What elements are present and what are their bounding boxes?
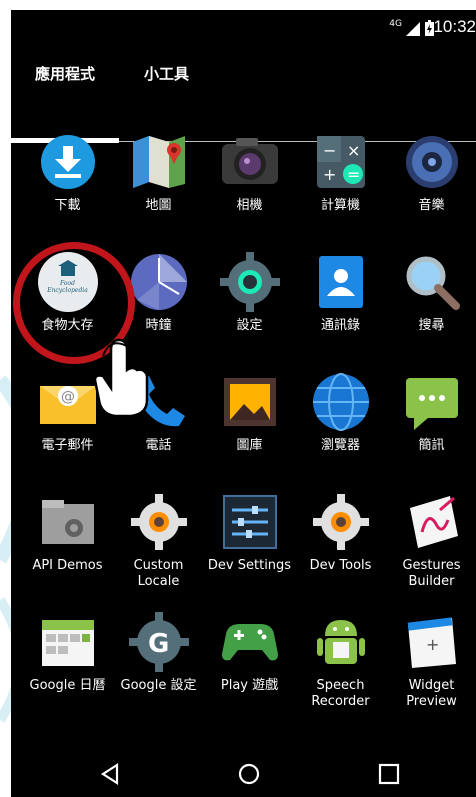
app-label: 相機 — [236, 198, 263, 213]
app-label: Google 日曆 — [29, 678, 106, 693]
app-label: 計算機 — [320, 198, 360, 213]
dev-settings-icon — [218, 490, 282, 554]
app-label: 電話 — [145, 438, 172, 453]
app-label: 地圖 — [145, 198, 172, 213]
browser-icon — [309, 370, 373, 434]
app-label: Gestures Builder — [402, 558, 461, 589]
app-label: 下載 — [54, 198, 81, 213]
app-widget-preview[interactable]: + Widget Preview — [385, 610, 476, 710]
app-label: Widget Preview — [406, 678, 457, 709]
svg-text:+: + — [426, 635, 439, 654]
music-icon — [400, 130, 464, 194]
pointing-hand-icon — [93, 338, 149, 418]
app-api-demos[interactable]: API Demos — [21, 490, 114, 574]
clock-icon — [127, 250, 191, 314]
status-time: 10:32 — [433, 17, 476, 36]
app-label: Speech Recorder — [311, 678, 370, 709]
svg-text:×: × — [347, 141, 360, 160]
app-gestures-builder[interactable]: Gestures Builder — [385, 490, 476, 590]
app-label: Google 設定 — [120, 678, 197, 693]
app-label: 瀏覽器 — [320, 438, 360, 453]
camera-icon — [218, 130, 282, 194]
google-settings-icon: G — [127, 610, 191, 674]
app-maps[interactable]: 地圖 — [112, 130, 205, 214]
status-bar: 4G 10:32 — [11, 10, 476, 48]
app-google-settings[interactable]: G Google 設定 — [112, 610, 205, 694]
app-download[interactable]: 下載 — [21, 130, 114, 214]
svg-text:−: − — [323, 141, 336, 160]
widget-preview-icon: + — [400, 610, 464, 674]
network-type: 4G — [389, 19, 402, 29]
app-label: 設定 — [236, 318, 263, 333]
svg-text:@: @ — [61, 389, 75, 405]
phone-screen: 4G 10:32 應用程式 小工具 下載 地圖 相機 − × + = 計算機 音… — [11, 10, 476, 797]
app-label: 簡訊 — [418, 438, 445, 453]
drawer-tabs: 應用程式 小工具 — [11, 48, 476, 143]
messaging-icon — [400, 370, 464, 434]
svg-text:=: = — [347, 165, 360, 184]
svg-text:G: G — [148, 629, 169, 659]
app-label: API Demos — [32, 558, 103, 573]
app-label: Play 遊戲 — [220, 678, 279, 693]
app-label: 搜尋 — [418, 318, 445, 333]
app-browser[interactable]: 瀏覽器 — [294, 370, 387, 454]
svg-text:+: + — [323, 165, 336, 184]
recents-icon[interactable] — [378, 763, 400, 785]
app-label: 音樂 — [418, 198, 445, 213]
app-dev-settings[interactable]: Dev Settings — [203, 490, 296, 574]
app-label: Dev Tools — [309, 558, 372, 573]
app-label: 電子郵件 — [41, 438, 94, 453]
app-dev-tools[interactable]: Dev Tools — [294, 490, 387, 574]
settings-icon — [218, 250, 282, 314]
api-demos-icon — [36, 490, 100, 554]
app-play-games[interactable]: Play 遊戲 — [203, 610, 296, 694]
dev-tools-icon — [309, 490, 373, 554]
app-search[interactable]: 搜尋 — [385, 250, 476, 334]
app-google-calendar[interactable]: Google 日曆 — [21, 610, 114, 694]
app-label: Custom Locale — [133, 558, 184, 589]
contacts-icon — [309, 250, 373, 314]
app-custom-locale[interactable]: Custom Locale — [112, 490, 205, 590]
app-calculator[interactable]: − × + = 計算機 — [294, 130, 387, 214]
gallery-icon — [218, 370, 282, 434]
app-gallery[interactable]: 圖庫 — [203, 370, 296, 454]
home-icon[interactable] — [238, 763, 260, 785]
maps-icon — [127, 130, 191, 194]
app-speech-recorder[interactable]: Speech Recorder — [294, 610, 387, 710]
nav-bar — [11, 745, 476, 797]
app-contacts[interactable]: 通訊錄 — [294, 250, 387, 334]
gestures-builder-icon — [400, 490, 464, 554]
tab-widgets[interactable]: 小工具 — [144, 63, 189, 84]
download-icon — [36, 130, 100, 194]
custom-locale-icon — [127, 490, 191, 554]
app-messaging[interactable]: 簡訊 — [385, 370, 476, 454]
app-label: Dev Settings — [207, 558, 292, 573]
signal-icon — [406, 22, 420, 36]
app-settings[interactable]: 設定 — [203, 250, 296, 334]
tab-apps[interactable]: 應用程式 — [35, 63, 95, 84]
app-label: 圖庫 — [236, 438, 263, 453]
app-camera[interactable]: 相機 — [203, 130, 296, 214]
speech-recorder-icon — [309, 610, 373, 674]
play-games-icon — [218, 610, 282, 674]
search-icon — [400, 250, 464, 314]
app-music[interactable]: 音樂 — [385, 130, 476, 214]
app-label: 通訊錄 — [320, 318, 360, 333]
calculator-icon: − × + = — [309, 130, 373, 194]
google-calendar-icon — [36, 610, 100, 674]
back-icon[interactable] — [99, 763, 121, 785]
